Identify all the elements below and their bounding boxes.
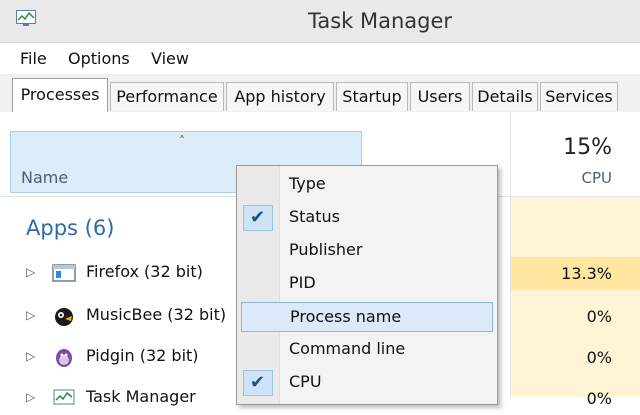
- menu-item-type[interactable]: Type: [241, 170, 493, 200]
- tab-performance[interactable]: Performance: [110, 82, 224, 111]
- checkbox-slot: [243, 337, 273, 363]
- checkbox-slot: [243, 172, 273, 198]
- menu-item-label: Status: [289, 207, 340, 226]
- menu-item-cpu[interactable]: ✔ CPU: [241, 368, 493, 398]
- tab-app-history[interactable]: App history: [226, 82, 334, 111]
- tab-startup[interactable]: Startup: [336, 82, 408, 111]
- checkmark-icon: ✔: [250, 207, 266, 228]
- checkbox-slot: [244, 305, 274, 331]
- firefox-icon: [52, 264, 76, 282]
- checkbox-slot: ✔: [243, 370, 273, 396]
- checkbox-slot: [243, 271, 273, 297]
- menu-item-pid[interactable]: PID: [241, 269, 493, 299]
- menu-item-label: Command line: [289, 339, 406, 358]
- window-title: Task Manager: [307, 9, 453, 33]
- process-name: Pidgin (32 bit): [86, 346, 199, 365]
- apps-group-header: Apps (6): [26, 216, 115, 240]
- title-bar: Task Manager: [0, 0, 640, 43]
- menu-item-label: Publisher: [289, 240, 363, 259]
- menu-item-label: Process name: [290, 307, 402, 326]
- process-name: Firefox (32 bit): [86, 262, 203, 281]
- expand-arrow-icon[interactable]: ▷: [26, 390, 35, 404]
- process-cpu: 0%: [586, 307, 612, 326]
- menu-item-publisher[interactable]: Publisher: [241, 236, 493, 266]
- tab-details[interactable]: Details: [472, 82, 538, 111]
- menu-file[interactable]: File: [20, 49, 47, 68]
- cpu-total-percent: 15%: [563, 135, 612, 160]
- expand-arrow-icon[interactable]: ▷: [26, 265, 35, 279]
- cpu-column-header[interactable]: CPU: [520, 169, 613, 187]
- menu-item-process-name[interactable]: Process name: [241, 302, 493, 332]
- menu-item-command-line[interactable]: Command line: [241, 335, 493, 365]
- menu-options[interactable]: Options: [68, 49, 130, 68]
- checkmark-icon: ✔: [250, 372, 266, 393]
- tab-services[interactable]: Services: [540, 82, 618, 111]
- sort-ascending-icon: ˄: [179, 134, 185, 148]
- menu-item-label: PID: [289, 273, 316, 292]
- pidgin-icon: [56, 349, 72, 367]
- tab-strip: Processes Performance App history Startu…: [0, 74, 640, 113]
- tab-users[interactable]: Users: [410, 82, 470, 111]
- checkbox-slot: ✔: [243, 205, 273, 231]
- menu-view[interactable]: View: [151, 49, 189, 68]
- musicbee-icon: [55, 308, 73, 326]
- name-column-label: Name: [21, 168, 69, 187]
- column-context-menu: Type ✔ Status Publisher PID Process name…: [236, 165, 498, 405]
- menu-item-label: Type: [289, 174, 326, 193]
- menu-bar: File Options View: [0, 43, 640, 73]
- process-name: MusicBee (32 bit): [86, 305, 227, 324]
- checkbox-slot: [243, 238, 273, 264]
- task-manager-icon: [53, 389, 75, 405]
- menu-item-status[interactable]: ✔ Status: [241, 203, 493, 233]
- tab-processes[interactable]: Processes: [12, 78, 108, 112]
- process-cpu: 0%: [586, 348, 612, 367]
- menu-item-label: CPU: [289, 372, 322, 391]
- expand-arrow-icon[interactable]: ▷: [26, 349, 35, 363]
- process-cpu: 0%: [586, 389, 612, 408]
- process-cpu: 13.3%: [511, 257, 640, 290]
- expand-arrow-icon[interactable]: ▷: [26, 308, 35, 322]
